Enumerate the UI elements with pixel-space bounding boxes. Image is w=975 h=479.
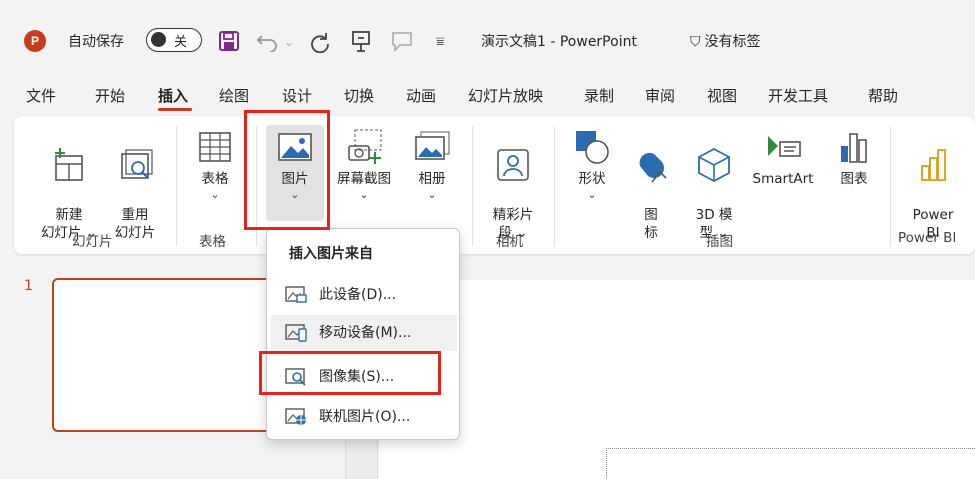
tab-animations[interactable]: 动画: [406, 86, 436, 106]
group-separator: [176, 126, 177, 246]
group-separator: [554, 126, 555, 246]
smartart-button[interactable]: SmartArt: [746, 128, 820, 188]
tab-slideshow[interactable]: 幻灯片放映: [468, 86, 543, 106]
online-picture-icon: [285, 408, 306, 425]
slide-placeholder[interactable]: [606, 448, 975, 479]
menu-item-this-device[interactable]: 此设备(D)...: [271, 277, 457, 313]
powerbi-icon: [921, 149, 946, 181]
tab-draw[interactable]: 绘图: [219, 86, 249, 106]
cameo-icon: [497, 149, 529, 181]
photo-album-button[interactable]: 相册 ⌄: [404, 128, 460, 202]
reuse-slide-button[interactable]: 重用 幻灯片: [104, 128, 166, 242]
powerpoint-logo-icon: P: [24, 30, 46, 52]
shield-icon: ⛉: [690, 34, 701, 50]
table-icon: [199, 132, 231, 162]
bar-chart-icon: [841, 133, 867, 163]
toggle-knob: [151, 32, 166, 47]
new-slide-button[interactable]: 新建 幻灯片 ⌄: [34, 128, 104, 242]
screenshot-button[interactable]: 屏幕截图 ⌄: [330, 128, 398, 202]
undo-dropdown-icon[interactable]: ⌄: [284, 30, 294, 54]
slide-number: 1: [24, 278, 33, 294]
autosave-state: 关: [174, 35, 188, 50]
ribbon-tabs: 文件 开始 插入 绘图 设计 切换 动画 幻灯片放映 录制 审阅 视图 开发工具…: [0, 80, 975, 114]
tab-file[interactable]: 文件: [26, 86, 56, 106]
redo-icon[interactable]: [308, 29, 332, 53]
screenshot-icon: [348, 129, 382, 164]
reuse-slide-icon: [121, 149, 153, 179]
tab-transitions[interactable]: 切换: [344, 86, 374, 106]
dropdown-header: 插入图片来自: [289, 246, 373, 262]
group-label-slides: 幻灯片: [72, 234, 113, 250]
chart-button[interactable]: 图表: [826, 128, 882, 188]
new-slide-icon: [55, 148, 83, 181]
autosave-label: 自动保存: [68, 34, 124, 50]
mobile-picture-icon: [285, 324, 307, 342]
smartart-icon: [768, 136, 801, 157]
title-bar: P 自动保存 关 ⌄ ⩸ 演示文稿1 - PowerPoint ⛉ 没有标签: [0, 0, 975, 80]
cameo-button[interactable]: 精彩片 段 ⌄: [480, 128, 546, 242]
sensitivity-label[interactable]: ⛉ 没有标签: [690, 31, 761, 51]
powerbi-button[interactable]: Power BI: [900, 128, 966, 242]
group-label-powerbi: Power BI: [898, 230, 957, 246]
presentation-icon[interactable]: [350, 29, 372, 53]
comment-icon[interactable]: [390, 29, 414, 53]
shapes-button[interactable]: 形状 ⌄: [564, 128, 620, 202]
floppy-icon[interactable]: [218, 30, 240, 52]
tab-review[interactable]: 审阅: [645, 86, 675, 106]
device-picture-icon: [285, 286, 307, 303]
3d-models-button[interactable]: 3D 模 型 ⌄: [684, 128, 744, 242]
cube-icon: [698, 147, 730, 183]
table-button[interactable]: 表格 ⌄: [186, 128, 244, 202]
insert-picture-dropdown: 插入图片来自 此设备(D)... 移动设备(M)... 图像集(S)... 联机…: [266, 228, 460, 440]
autosave-toggle[interactable]: 关: [146, 28, 202, 52]
tab-help[interactable]: 帮助: [868, 86, 898, 106]
undo-icon[interactable]: [256, 30, 280, 52]
tab-insert[interactable]: 插入: [158, 86, 188, 106]
document-title: 演示文稿1 - PowerPoint: [481, 34, 637, 50]
shapes-icon: [576, 131, 609, 164]
stock-images-highlight-box: [259, 351, 441, 395]
tab-home[interactable]: 开始: [95, 86, 125, 106]
icons-icon: [639, 152, 667, 183]
customize-toolbar-icon[interactable]: ⩸: [436, 30, 445, 54]
tab-record[interactable]: 录制: [584, 86, 614, 106]
group-label-table: 表格: [199, 234, 226, 250]
menu-item-mobile-device[interactable]: 移动设备(M)...: [271, 315, 457, 351]
pictures-highlight-box: [244, 110, 330, 230]
photo-album-icon: [415, 131, 450, 160]
active-tab-indicator: [158, 108, 192, 111]
tab-design[interactable]: 设计: [282, 86, 312, 106]
tab-view[interactable]: 视图: [707, 86, 737, 106]
group-separator: [472, 126, 473, 246]
tab-developer[interactable]: 开发工具: [768, 86, 828, 106]
menu-item-online-pictures[interactable]: 联机图片(O)...: [271, 399, 457, 435]
icons-button[interactable]: 图 标: [626, 128, 676, 242]
group-label-camera: 相机: [496, 234, 523, 250]
group-label-illustrations: 插图: [706, 234, 733, 250]
group-separator: [890, 126, 891, 246]
